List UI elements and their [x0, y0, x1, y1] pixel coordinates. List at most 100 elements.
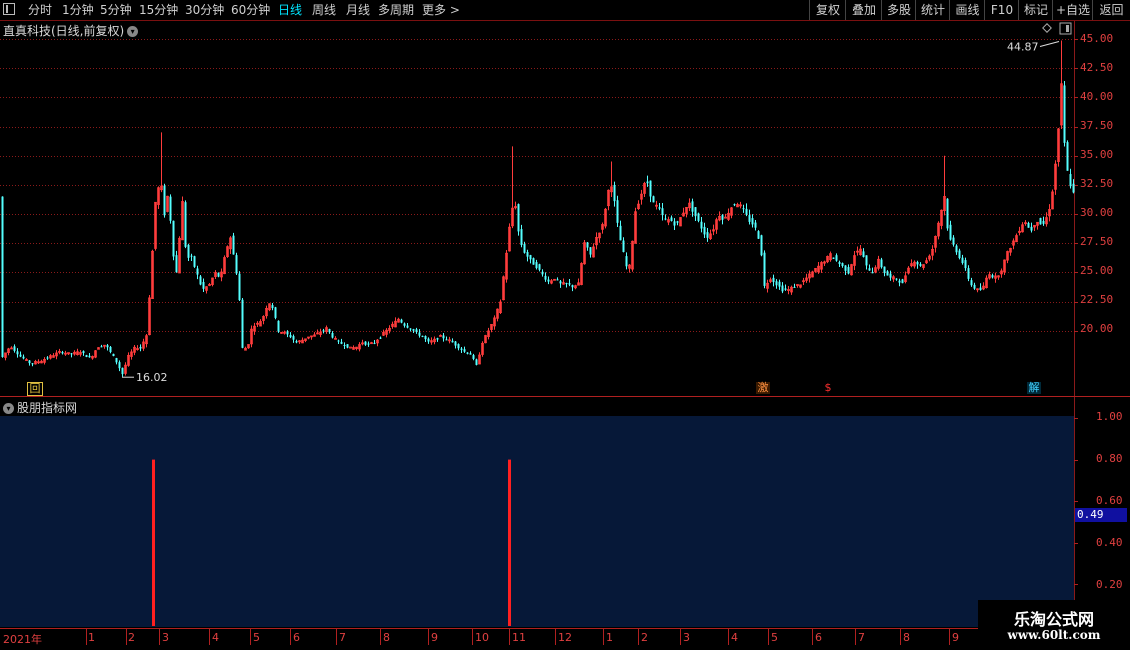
candle-body [100, 346, 103, 348]
candle-body [427, 338, 430, 342]
x-tick-label: 9 [431, 631, 438, 644]
candle-body [541, 271, 544, 275]
candle-body [700, 221, 703, 229]
candle-body [697, 213, 700, 221]
candle-body [1066, 142, 1069, 171]
candle-body [286, 331, 289, 335]
candle-body [670, 217, 673, 221]
candle-body [880, 259, 883, 268]
signal-marker-dollar[interactable]: $ [822, 382, 834, 394]
candle-body [946, 198, 949, 229]
indicator-signal-bar [152, 459, 155, 626]
candle-body [400, 319, 403, 323]
candle-body [379, 337, 382, 339]
candle-body [1039, 217, 1042, 225]
candle-body [277, 320, 280, 332]
candle-body [274, 307, 277, 318]
candle-body [61, 352, 64, 354]
candle-body [463, 349, 466, 352]
x-tick-label: 6 [293, 631, 300, 644]
candle-body [295, 341, 298, 343]
candle-body [1072, 183, 1075, 193]
kline-chart[interactable]: 44.87 16.02 [0, 0, 1130, 650]
y-tick-label: 32.50 [1080, 177, 1114, 190]
candle-body [619, 225, 622, 241]
y-tick-label: 35.00 [1080, 148, 1114, 161]
x-tick-label: 1 [606, 631, 613, 644]
signal-marker-jie[interactable]: 解 [1027, 382, 1041, 394]
indicator-y-tick-label: 0.40 [1096, 536, 1123, 549]
candle-body [706, 232, 709, 238]
y-tick-label: 22.50 [1080, 293, 1114, 306]
candle-body [475, 359, 478, 365]
candle-body [139, 346, 142, 349]
candle-body [616, 200, 619, 223]
candle-body [82, 351, 85, 354]
candle-body [676, 221, 679, 223]
x-tick-label: 2021年 [3, 633, 42, 646]
candle-body [517, 204, 520, 232]
candle-body [364, 341, 367, 345]
candle-body [673, 221, 676, 226]
candle-body [232, 235, 235, 255]
candle-body [202, 281, 205, 289]
candle-body [916, 262, 919, 265]
candle-body [949, 224, 952, 240]
candle-body [772, 277, 775, 283]
candle-body [547, 279, 550, 282]
candle-body [883, 266, 886, 274]
candle-body [454, 341, 457, 346]
candle-body [373, 342, 376, 344]
candle-body [832, 257, 835, 259]
candle-body [409, 328, 412, 330]
candle-body [1030, 226, 1033, 231]
y-tick-label: 37.50 [1080, 119, 1114, 132]
candle-body [622, 240, 625, 252]
candle-body [46, 357, 49, 359]
candle-body [109, 346, 112, 353]
y-tick-label: 45.00 [1080, 32, 1114, 45]
candle-body [964, 260, 967, 269]
x-tick-label: 2 [128, 631, 135, 644]
signal-marker-ji[interactable]: 激 [756, 382, 770, 394]
candle-body [565, 283, 568, 285]
chevron-down-icon[interactable]: ▾ [3, 403, 14, 414]
candle-body [196, 268, 199, 275]
watermark: 乐淘公式网 www.60lt.com [978, 600, 1130, 650]
candle-body [235, 255, 238, 274]
candle-body [1063, 85, 1066, 143]
candle-body [403, 323, 406, 326]
candle-body [421, 335, 424, 337]
min-price-label: 16.02 [136, 371, 168, 384]
candle-body [415, 329, 418, 332]
candle-body [556, 279, 559, 281]
candle-body [973, 284, 976, 289]
candle-body [343, 345, 346, 347]
candle-body [889, 273, 892, 278]
candle-body [190, 255, 193, 257]
watermark-title: 乐淘公式网 [1013, 610, 1094, 629]
candle-body [694, 207, 697, 217]
candle-body [163, 185, 166, 216]
indicator-y-tick-label: 0.60 [1096, 494, 1123, 507]
candle-body [187, 244, 190, 258]
chevron-down-icon[interactable]: ▾ [127, 26, 139, 37]
x-tick-label: 9 [952, 631, 959, 644]
x-tick-label: 12 [558, 631, 572, 644]
candle-body [901, 279, 904, 284]
candle-body [13, 346, 16, 351]
signal-marker-hui[interactable]: 回 [27, 382, 43, 396]
candle-body [292, 336, 295, 340]
candle-body [472, 355, 475, 359]
candle-body [649, 180, 652, 197]
candle-body [898, 280, 901, 283]
candle-body [970, 280, 973, 286]
indicator-panel [0, 416, 1074, 627]
candle-body [868, 268, 871, 271]
candle-body [865, 255, 868, 266]
candle-body [22, 356, 25, 359]
candle-body [169, 196, 172, 221]
candle-body [886, 271, 889, 276]
candle-body [118, 362, 121, 369]
candle-body [70, 353, 73, 355]
